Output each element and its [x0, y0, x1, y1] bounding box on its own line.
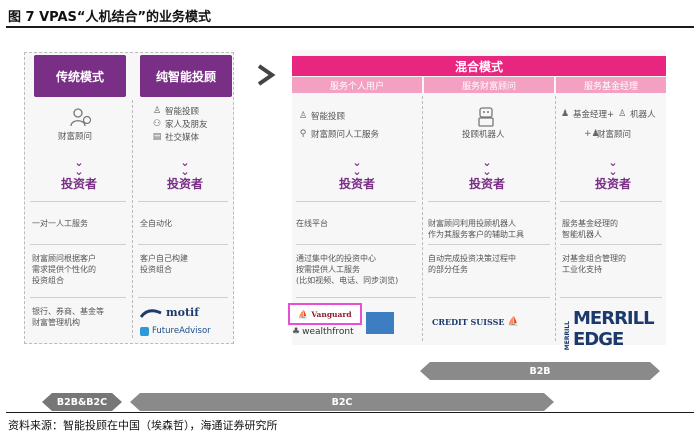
chevron-down-icon: ⌄ ⌄: [482, 156, 492, 178]
advisor-icon: ⚲: [299, 129, 307, 139]
divider: [560, 244, 662, 245]
hybrid-item-label: 财富顾问人工服务: [311, 130, 380, 140]
hybrid-item-label: 智能投顾: [311, 112, 346, 122]
b2b-bar: B2B: [420, 362, 660, 380]
futureadvisor-mark-icon: [140, 326, 149, 336]
left-divider: [132, 100, 133, 338]
hybrid-item: ⚲ 财富顾问人工服务: [298, 128, 379, 140]
investor-label: 投资者: [60, 177, 97, 191]
hybrid-subheader: 服务个人用户: [292, 77, 422, 93]
vanguard-logo: ⛵ Vanguard: [288, 303, 362, 325]
chevron-down-icon: ⌄ ⌄: [352, 156, 362, 178]
traditional-service: 一对一人工服务: [32, 219, 88, 228]
social-media-icon: ▤: [152, 132, 162, 142]
b2b-b2c-bar: B2B&B2C: [42, 393, 122, 411]
family-icon: ⚇: [152, 119, 162, 129]
chevron-down-icon: ⌄ ⌄: [608, 156, 618, 178]
futureadvisor-logo-text: FutureAdvisor: [152, 326, 211, 336]
bank-logo: [366, 312, 394, 334]
divider: [428, 297, 550, 298]
edge-logo-text: MERRILL EDGE: [573, 308, 655, 350]
robo-item: ▤ 社交媒体: [152, 131, 199, 143]
hybrid-item: ♟ 基金经理+ ♙ 机器人: [560, 108, 656, 120]
hybrid-subheader: 服务财富顾问: [424, 77, 554, 93]
robot-icon: ♙: [152, 106, 162, 116]
vanguard-logo-text: Vanguard: [311, 309, 352, 319]
figure-title: 图 7 VPAS“人机结合”的业务模式: [8, 10, 212, 25]
sail-icon: ⛵: [507, 317, 519, 327]
divider: [296, 201, 416, 202]
motif-logo: motif: [140, 306, 199, 319]
divider: [30, 244, 126, 245]
hybrid-item-label: 财富顾问: [597, 130, 632, 140]
hybrid-desc: 对基金组合管理的 工业化支持: [562, 254, 626, 274]
chevron-right-icon: [256, 64, 276, 90]
robot-icon: ♙: [618, 109, 627, 119]
wealthfront-logo: ♣ wealthfront: [292, 327, 354, 337]
merrill-edge-logo: MERRILL MERRILL EDGE: [564, 308, 700, 350]
divider: [560, 201, 662, 202]
hybrid-item-label: 机器人: [630, 110, 656, 120]
hybrid-divider: [555, 96, 556, 341]
motif-logo-text: motif: [166, 306, 199, 319]
divider: [138, 244, 228, 245]
motif-mark-icon: [140, 308, 162, 318]
hybrid-item-label: 基金经理+: [573, 110, 615, 120]
hybrid-service: 财富顾问利用投顾机器人 作为其服务客户的辅助工具: [428, 219, 524, 239]
divider: [428, 244, 550, 245]
robo-item-label: 家人及朋友: [165, 120, 208, 130]
investor-label: 投资者: [166, 177, 203, 191]
divider: [428, 201, 550, 202]
investor-label: 投资者: [338, 177, 375, 191]
hybrid-item: +♟ 财富顾问: [584, 128, 631, 140]
credit-suisse-logo-text: CREDIT SUISSE: [432, 317, 505, 327]
traditional-header: 传统模式: [34, 55, 126, 97]
robo-item: ♙ 智能投顾: [152, 105, 199, 117]
hybrid-item: ♙ 智能投顾: [298, 110, 345, 122]
investor-label: 投资者: [594, 177, 631, 191]
hybrid-desc: 通过集中化的投资中心 按需提供人工服务 (比如视频、电话、同步浏览): [296, 254, 399, 285]
robo-item-label: 社交媒体: [165, 133, 200, 143]
hybrid-service: 服务基金经理的 智能机器人: [562, 219, 618, 239]
divider: [560, 297, 662, 298]
futureadvisor-logo: FutureAdvisor: [140, 326, 211, 336]
advisor-icon: [70, 107, 92, 131]
wealthfront-logo-text: wealthfront: [302, 327, 354, 337]
robo-service: 全自动化: [140, 219, 172, 228]
hybrid-desc: 自动完成投资决策过程中 的部分任务: [428, 254, 516, 274]
hybrid-item-label: 投顾机器人: [462, 130, 505, 140]
advisor-icon: +♟: [584, 129, 600, 139]
traditional-desc: 财富顾问根据客户 需求提供个性化的 投资组合: [32, 254, 96, 285]
robo-item-label: 智能投顾: [165, 107, 200, 117]
b2c-bar: B2C: [130, 393, 554, 411]
robo-desc: 客户自己构建 投资组合: [140, 254, 188, 274]
robot-icon: ♙: [298, 111, 308, 121]
bottom-rule: [6, 412, 694, 413]
chevron-down-icon: ⌄ ⌄: [74, 156, 84, 178]
divider: [138, 201, 228, 202]
credit-suisse-logo: CREDIT SUISSE ⛵: [432, 317, 519, 327]
wealthfront-mark-icon: ♣: [292, 327, 301, 337]
investor-label: 投资者: [468, 177, 505, 191]
hybrid-service: 在线平台: [296, 219, 328, 228]
hybrid-subheader: 服务基金经理: [556, 77, 666, 93]
divider: [296, 297, 416, 298]
hybrid-box: [292, 50, 666, 345]
robo-header: 纯智能投顾: [140, 55, 232, 97]
fund-manager-icon: ♟: [560, 109, 570, 119]
robo-item: ⚇ 家人及朋友: [152, 118, 208, 130]
traditional-examples: 银行、券商、基金等 财富管理机构: [32, 307, 104, 327]
divider: [138, 297, 228, 298]
divider: [30, 201, 126, 202]
hybrid-divider: [422, 96, 423, 341]
merrill-logo-text: MERRILL: [564, 320, 571, 350]
top-rule: [6, 26, 694, 28]
chevron-down-icon: ⌄ ⌄: [180, 156, 190, 178]
hybrid-header: 混合模式: [292, 56, 666, 76]
divider: [296, 244, 416, 245]
traditional-item-label: 财富顾问: [58, 132, 93, 142]
source-note: 资料来源：智能投顾在中国（埃森哲），海通证券研究所: [8, 419, 278, 432]
divider: [30, 297, 126, 298]
ship-icon: ⛵: [298, 309, 309, 319]
